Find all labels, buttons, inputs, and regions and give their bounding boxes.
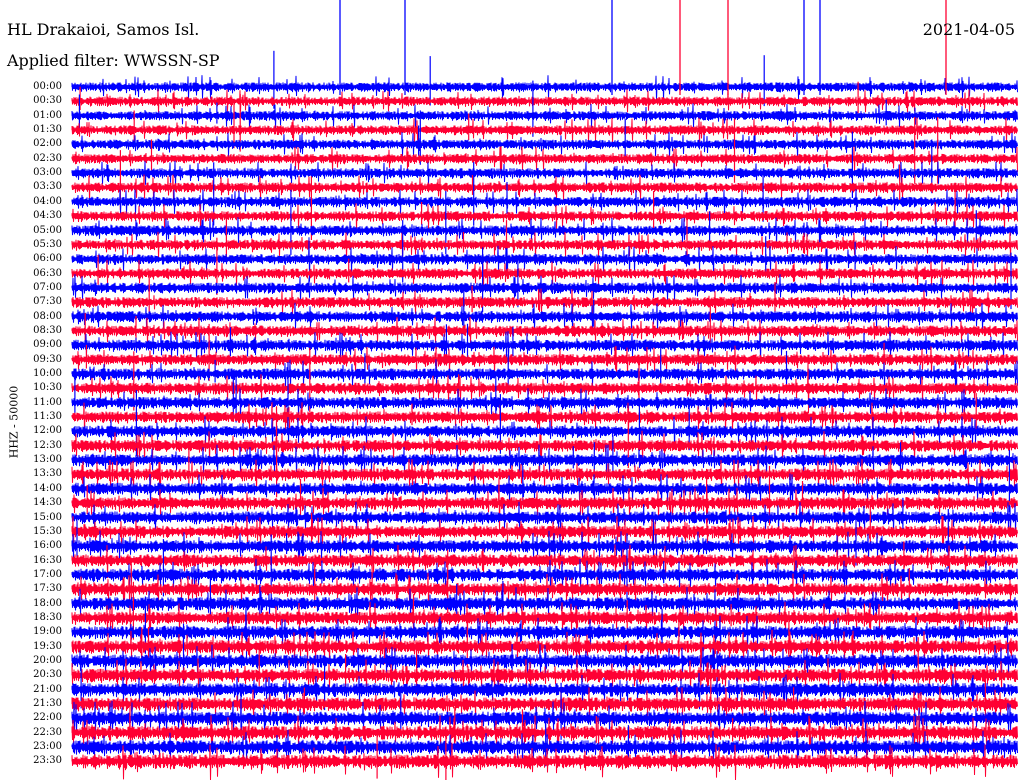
seismic-trace — [71, 75, 1018, 101]
seismic-trace — [71, 103, 1018, 129]
seismic-trace — [71, 117, 1018, 145]
helicorder-plot — [71, 0, 1018, 780]
date-label: 2021-04-05 — [922, 20, 1015, 39]
seismic-trace — [71, 316, 1018, 346]
filter-label: Applied filter: WWSSN-SP — [7, 51, 220, 70]
seismic-trace — [71, 274, 1018, 301]
station-title: HL Drakaioi, Samos Isl. — [7, 20, 200, 39]
